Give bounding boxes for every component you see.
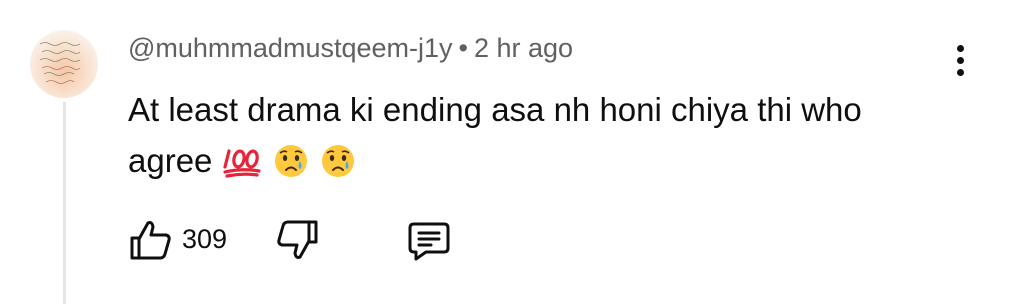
- menu-dot: [956, 68, 964, 76]
- menu-dot: [956, 56, 964, 64]
- comment-text-line-2: agree: [128, 135, 948, 193]
- comment-text-agree: agree: [128, 142, 213, 179]
- reply-comment-icon[interactable]: [406, 218, 456, 262]
- hundred-points-emoji: [222, 142, 262, 193]
- more-vert-icon[interactable]: [945, 40, 975, 80]
- thread-line: [63, 102, 66, 304]
- separator-dot: •: [458, 33, 468, 63]
- like-count: 309: [182, 224, 228, 254]
- menu-dot: [956, 44, 964, 52]
- crying-face-emoji: [320, 142, 356, 193]
- timestamp[interactable]: 2 hr ago: [474, 33, 573, 63]
- crying-face-emoji: [273, 142, 309, 193]
- thumbs-down-icon[interactable]: [274, 218, 324, 262]
- thumbs-up-icon[interactable]: [128, 218, 178, 262]
- comment-header: @muhmmadmustqeem-j1y • 2 hr ago: [128, 33, 573, 64]
- author-name[interactable]: @muhmmadmustqeem-j1y: [128, 33, 453, 63]
- avatar[interactable]: [30, 30, 98, 98]
- comment-text-line-1: At least drama ki ending asa nh honi chi…: [128, 91, 862, 128]
- comment-thread: @muhmmadmustqeem-j1y • 2 hr ago At least d…: [0, 0, 1024, 304]
- comment-text: At least drama ki ending asa nh honi chi…: [128, 84, 948, 193]
